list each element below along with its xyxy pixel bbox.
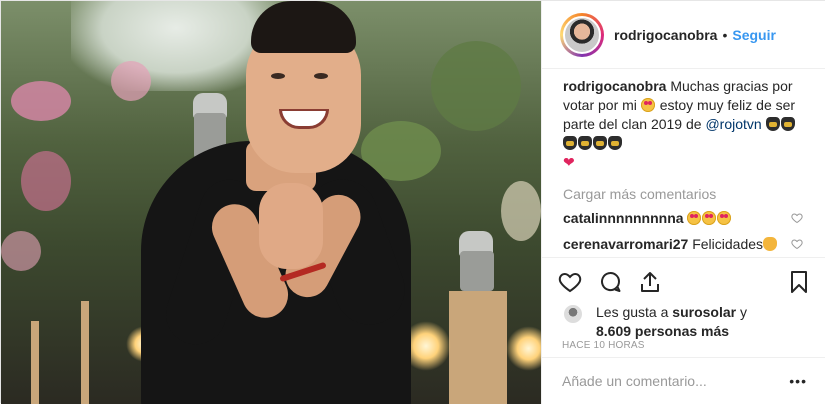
flowers — [11, 81, 71, 121]
post-sidebar: rodrigocanobra • Seguir rodrigocanobra M… — [541, 1, 825, 404]
post-header: rodrigocanobra • Seguir — [542, 1, 825, 69]
header-separator: • — [722, 26, 728, 43]
likes-and: y — [739, 304, 747, 320]
bookmark-icon — [791, 270, 807, 293]
add-comment-bar: ••• — [542, 357, 825, 404]
caption-mention-link[interactable]: @rojotvn — [705, 116, 761, 132]
person-eye — [314, 73, 328, 79]
likes-count[interactable]: 8.609 personas más — [596, 323, 729, 339]
comment-row: catalinnnnnnnnna — [563, 208, 807, 228]
foliage — [431, 41, 521, 131]
likes-text: Les gusta a surosolar y 8.609 personas m… — [596, 303, 747, 341]
heart-eyes-emoji-icon — [687, 211, 702, 225]
flowers — [21, 151, 71, 211]
clapping-hands-emoji-icon — [763, 237, 778, 251]
flowers — [1, 231, 41, 271]
wooden-post — [81, 301, 89, 404]
comment-icon — [601, 271, 621, 292]
comment-like-heart-icon[interactable] — [791, 238, 803, 250]
comment-username[interactable]: catalinnnnnnnnna — [563, 210, 684, 226]
flowers — [111, 61, 151, 101]
comment-like-heart-icon[interactable] — [791, 212, 803, 224]
boot-emoji-icon — [765, 117, 780, 131]
share-button[interactable] — [638, 270, 662, 294]
caption: rodrigocanobra Muchas gracias por votar … — [563, 77, 807, 172]
heart-eyes-emoji-icon — [702, 211, 717, 225]
likes-summary: Les gusta a surosolar y 8.609 personas m… — [562, 303, 812, 341]
person-eye — [271, 73, 285, 79]
more-options-icon[interactable]: ••• — [789, 373, 807, 389]
person-hair — [251, 1, 356, 53]
red-heart-emoji-icon: ❤ — [563, 154, 575, 170]
load-more-comments-button[interactable]: Cargar más comentarios — [563, 186, 807, 202]
boot-emoji-icon — [608, 136, 622, 150]
share-icon — [641, 271, 659, 292]
boot-emoji-icon — [578, 136, 592, 150]
header-username[interactable]: rodrigocanobra — [614, 27, 717, 43]
heart-icon — [558, 272, 582, 292]
bokeh-light — [506, 326, 541, 371]
heart-eyes-emoji-icon — [640, 98, 655, 112]
post-photo[interactable] — [1, 1, 541, 404]
follow-button[interactable]: Seguir — [732, 27, 776, 43]
add-comment-input[interactable] — [562, 373, 790, 389]
comment-button[interactable] — [598, 270, 622, 294]
liker-avatar[interactable] — [562, 303, 584, 325]
post-timestamp[interactable]: HACE 10 HORAS — [562, 340, 645, 351]
comment-row: cerenavarromari27 Felicidades — [563, 234, 807, 257]
boot-emoji-icon — [563, 136, 577, 150]
wooden-post — [449, 291, 507, 404]
person-hands — [259, 183, 323, 269]
post-frame: rodrigocanobra • Seguir rodrigocanobra M… — [0, 0, 825, 404]
action-bar — [542, 257, 825, 305]
liker-username[interactable]: surosolar — [672, 304, 736, 320]
comments-section: rodrigocanobra Muchas gracias por votar … — [542, 69, 825, 257]
likes-prefix: Les gusta a — [596, 304, 669, 320]
comment-username[interactable]: cerenavarromari27 — [563, 236, 688, 252]
save-button[interactable] — [787, 270, 811, 294]
profile-avatar-ring[interactable] — [560, 12, 604, 57]
comment-text: Felicidades — [692, 236, 764, 252]
foliage — [501, 181, 541, 241]
boot-emoji-icon — [780, 117, 795, 131]
profile-avatar[interactable] — [563, 15, 601, 54]
boot-emoji-icon — [593, 136, 607, 150]
wooden-post — [31, 321, 39, 404]
stage-lamp — [460, 251, 494, 291]
like-button[interactable] — [558, 270, 582, 294]
heart-eyes-emoji-icon — [717, 211, 732, 225]
caption-username[interactable]: rodrigocanobra — [563, 78, 666, 94]
